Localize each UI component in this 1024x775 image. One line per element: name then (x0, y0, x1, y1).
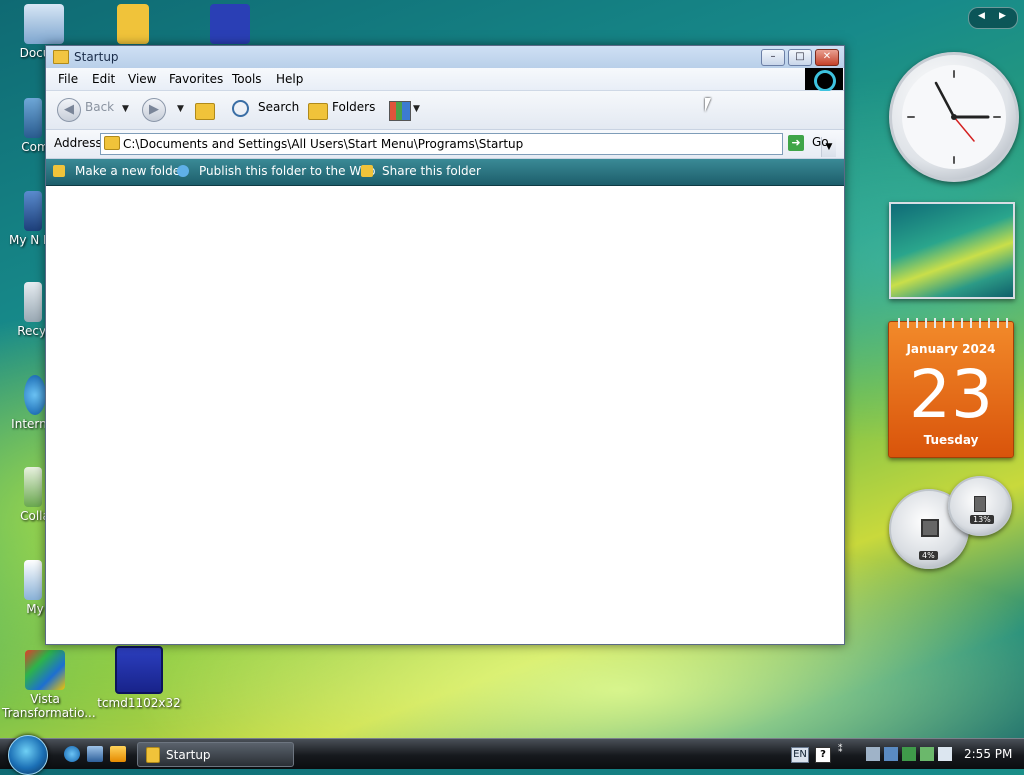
address-input[interactable]: C:\Documents and Settings\All Users\Star… (100, 133, 836, 157)
cpu-chip-icon (921, 519, 939, 537)
calendar-rings (893, 318, 1009, 328)
folder-icon (53, 50, 69, 64)
desktop-icon-tcmd[interactable]: tcmd1102x32 (96, 646, 182, 710)
go-arrow-icon: ➜ (788, 135, 804, 151)
search-icon[interactable] (232, 100, 249, 117)
memory-usage-value: 13% (970, 515, 994, 524)
folder-icon (104, 136, 120, 150)
taskbar-button-label: Startup (166, 748, 211, 762)
toolbar: ◀ Back ▼ ▶ ▼ Search Folders ▼ (46, 91, 844, 130)
documents-icon (24, 4, 64, 44)
folder-icon (146, 747, 160, 763)
media-player-icon[interactable] (110, 746, 126, 762)
recycle-bin-icon (24, 282, 42, 322)
computer-icon (24, 98, 42, 138)
go-button[interactable]: ➜ Go (788, 133, 832, 153)
menu-file[interactable]: File (58, 72, 78, 86)
vista-transformation-icon (25, 650, 65, 690)
desktop-icon-label: Vista Transformatio... (2, 692, 96, 720)
language-indicator[interactable]: EN (791, 747, 809, 763)
security-icon[interactable] (902, 747, 916, 761)
share-folder-icon (361, 165, 373, 177)
desktop-icon-folder[interactable] (90, 4, 176, 46)
tray-clock[interactable]: 2:55 PM (964, 747, 1012, 761)
floppy-shortcut-icon (210, 4, 250, 44)
views-dropdown-icon[interactable]: ▼ (413, 104, 420, 114)
explorer-window[interactable]: Startup – □ ✕ File Edit View Favorites T… (45, 45, 845, 645)
taskbar-button-startup[interactable]: Startup (137, 742, 294, 767)
calendar-month: January 2024 (906, 342, 996, 356)
views-icon[interactable] (389, 101, 411, 121)
collaboration-icon (24, 467, 42, 507)
forward-dropdown-icon[interactable]: ▼ (177, 104, 184, 114)
folder-content-area[interactable] (46, 187, 844, 644)
back-dropdown-icon[interactable]: ▼ (122, 104, 129, 114)
cpu-usage-value: 4% (919, 551, 938, 560)
help-icon[interactable]: ? (815, 747, 831, 763)
shortcut-icon (24, 560, 42, 600)
sidebar-next-icon[interactable]: ▶ (999, 11, 1006, 21)
publish-web-icon (177, 165, 189, 177)
slideshow-gadget[interactable] (889, 202, 1015, 299)
clock-gadget[interactable] (889, 52, 1019, 182)
up-folder-icon[interactable] (195, 103, 215, 120)
share-folder-link[interactable]: Share this folder (382, 164, 481, 178)
menu-favorites[interactable]: Favorites (169, 72, 223, 86)
volume-icon[interactable] (938, 747, 952, 761)
back-button[interactable]: Back (85, 100, 114, 114)
sidebar-navigation: ◀ ▶ (968, 7, 1018, 29)
folder-tasks-bar: Make a new folder Publish this folder to… (46, 159, 844, 186)
folders-button[interactable]: Folders (332, 100, 375, 114)
forward-arrow-icon[interactable]: ▶ (142, 98, 166, 122)
network-icon[interactable] (884, 747, 898, 761)
folder-icon (117, 4, 149, 44)
address-bar: Address C:\Documents and Settings\All Us… (46, 130, 844, 159)
floppy-disk-icon (115, 646, 163, 694)
folders-icon[interactable] (308, 103, 328, 120)
taskbar: Startup EN ? ⁑ 2:55 PM (0, 735, 1024, 775)
network-places-icon (24, 191, 42, 231)
windows-logo-throbber (805, 68, 843, 92)
start-button[interactable] (8, 735, 48, 775)
menu-help[interactable]: Help (276, 72, 303, 86)
memory-meter-gadget[interactable]: 13% (948, 476, 1012, 536)
internet-explorer-icon (24, 375, 46, 415)
new-folder-icon (53, 165, 65, 177)
menu-tools[interactable]: Tools (232, 72, 262, 86)
system-tray: EN ? ⁑ 2:55 PM (784, 739, 1024, 769)
sidebar-previous-icon[interactable]: ◀ (978, 11, 985, 21)
internet-explorer-quicklaunch-icon[interactable] (64, 746, 80, 762)
window-title: Startup (74, 50, 119, 64)
address-label: Address (54, 136, 102, 150)
tray-expand-icon[interactable]: ⁑ (838, 745, 843, 755)
desktop-icon-label: tcmd1102x32 (97, 696, 181, 710)
desktop-icon-vista-transformation[interactable]: Vista Transformatio... (2, 650, 96, 720)
publish-to-web-link[interactable]: Publish this folder to the Web (199, 164, 375, 178)
search-button[interactable]: Search (258, 100, 299, 114)
title-bar[interactable]: Startup – □ ✕ (46, 46, 844, 68)
desktop-icon-shortcut-floppy[interactable] (187, 4, 273, 46)
calendar-gadget[interactable]: January 2024 23 Tuesday (888, 318, 1014, 458)
address-value: C:\Documents and Settings\All Users\Star… (123, 137, 524, 151)
calendar-weekday: Tuesday (923, 433, 979, 447)
display-icon[interactable] (920, 747, 934, 761)
minimize-button[interactable]: – (761, 49, 785, 66)
calendar-day: 23 (909, 356, 993, 433)
show-desktop-icon[interactable] (87, 746, 103, 762)
menu-bar: File Edit View Favorites Tools Help (46, 68, 844, 92)
menu-view[interactable]: View (128, 72, 156, 86)
safely-remove-icon[interactable] (866, 747, 880, 761)
make-new-folder-link[interactable]: Make a new folder (75, 164, 185, 178)
mouse-cursor-icon (705, 98, 711, 112)
clock-hands-icon (907, 70, 1001, 164)
maximize-button[interactable]: □ (788, 49, 812, 66)
close-button[interactable]: ✕ (815, 49, 839, 66)
menu-edit[interactable]: Edit (92, 72, 115, 86)
back-arrow-icon[interactable]: ◀ (57, 98, 81, 122)
memory-chip-icon (974, 496, 986, 512)
go-label: Go (812, 135, 829, 149)
